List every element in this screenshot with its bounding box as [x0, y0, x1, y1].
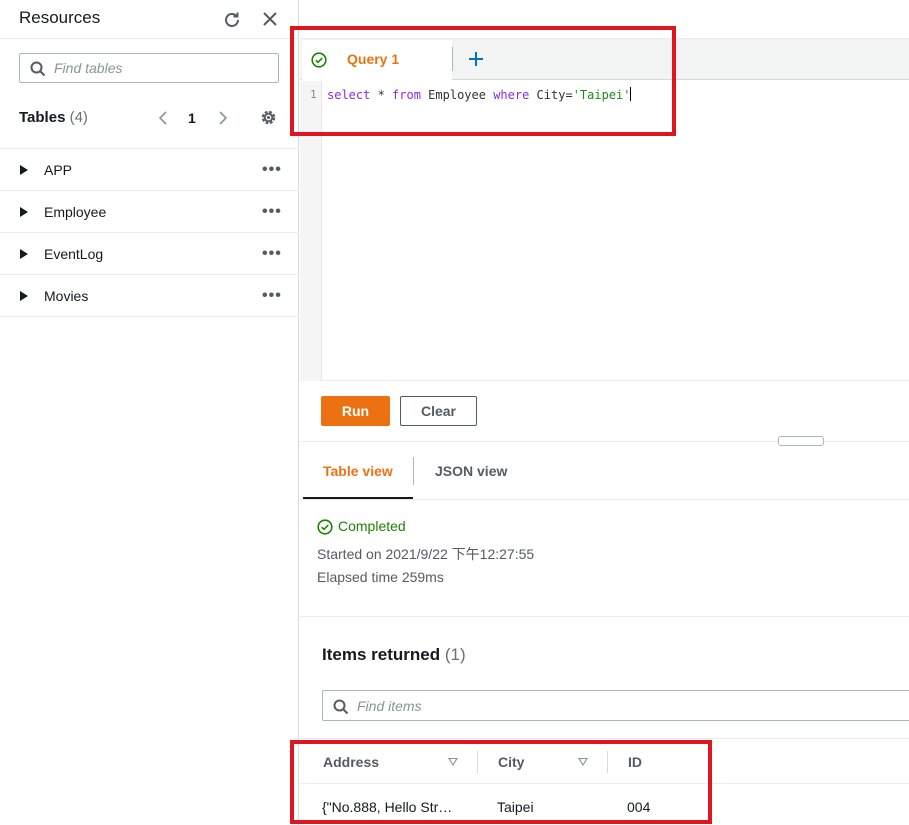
table-name: APP [44, 162, 73, 178]
keyword: select [327, 88, 371, 102]
table-name: EventLog [44, 246, 104, 262]
table-row-movies[interactable]: Movies ••• [0, 275, 299, 317]
items-search-box [322, 690, 909, 721]
column-header-address[interactable]: Address [323, 754, 379, 770]
divider [477, 751, 478, 773]
more-options-icon[interactable]: ••• [262, 245, 282, 263]
divider [607, 751, 608, 773]
more-options-icon[interactable]: ••• [262, 161, 282, 179]
plus-icon[interactable] [467, 50, 485, 68]
items-heading: Items returned (1) [322, 645, 466, 665]
check-circle-icon [317, 519, 333, 535]
panel-title: Resources [19, 8, 101, 27]
sort-icon[interactable] [578, 758, 588, 766]
query-workspace: Query 1 1 select * from Employee where C… [300, 0, 909, 825]
expand-caret-icon[interactable] [20, 291, 28, 301]
items-count: (1) [444, 645, 466, 664]
string-literal: 'Taipei' [572, 88, 631, 102]
column-header-id[interactable]: ID [628, 754, 642, 770]
table-row-employee[interactable]: Employee ••• [0, 191, 299, 233]
query-editor[interactable]: 1 select * from Employee where City='Tai… [300, 81, 909, 381]
top-strip [300, 0, 909, 39]
tab-label: Query 1 [347, 51, 400, 67]
table-name: Employee [44, 204, 107, 220]
table-row-eventlog[interactable]: EventLog ••• [0, 233, 299, 275]
column-header-city[interactable]: City [498, 754, 524, 770]
table-name: Movies [44, 288, 89, 304]
tables-label: Tables [19, 109, 66, 126]
more-options-icon[interactable]: ••• [262, 203, 282, 221]
check-circle-icon [311, 52, 327, 68]
code-token: * [370, 88, 393, 102]
keyword: from [392, 88, 421, 102]
table-search-box [19, 53, 279, 83]
search-icon [30, 61, 46, 77]
cell-address: {"No.888, Hello Str… [322, 799, 453, 815]
tab-label: Table view [323, 463, 393, 479]
code-token: City= [529, 88, 573, 102]
code-token: Employee [420, 88, 494, 102]
tab-table-view[interactable]: Table view [303, 442, 413, 499]
tables-count: (4) [69, 109, 88, 126]
line-gutter: 1 [300, 81, 322, 381]
status-text: Completed [338, 518, 406, 534]
tab-json-view[interactable]: JSON view [414, 442, 524, 499]
items-search-input[interactable] [357, 697, 897, 715]
more-options-icon[interactable]: ••• [262, 287, 282, 305]
cell-city: Taipei [497, 799, 534, 815]
run-button[interactable]: Run [321, 396, 390, 426]
tab-query-1[interactable]: Query 1 [302, 40, 452, 80]
divider [300, 499, 909, 500]
clear-button[interactable]: Clear [400, 396, 477, 426]
cell-id: 004 [627, 799, 651, 815]
close-icon[interactable] [261, 10, 279, 28]
tab-label: JSON view [435, 463, 508, 479]
gear-icon[interactable] [259, 108, 278, 127]
chevron-right-icon[interactable] [216, 110, 230, 126]
items-title: Items returned [322, 645, 441, 664]
resources-panel: Resources Tables (4) 1 APP ••• [0, 0, 299, 825]
page-number[interactable]: 1 [188, 110, 196, 126]
expand-caret-icon[interactable] [20, 165, 28, 175]
expand-caret-icon[interactable] [20, 207, 28, 217]
results-table-header: Address City ID [300, 738, 909, 784]
started-time: Started on 2021/9/22 下午12:27:55 [317, 546, 535, 562]
search-icon [333, 699, 349, 715]
table-row-app[interactable]: APP ••• [0, 149, 299, 191]
tables-list: APP ••• Employee ••• EventLog ••• Movies… [0, 148, 299, 317]
divider [300, 616, 909, 617]
refresh-icon[interactable] [222, 10, 242, 30]
expand-caret-icon[interactable] [20, 249, 28, 259]
divider [0, 38, 299, 39]
tables-heading: Tables (4) [19, 109, 88, 126]
table-search-input[interactable] [54, 59, 274, 77]
resize-handle[interactable] [778, 436, 824, 446]
elapsed-time: Elapsed time 259ms [317, 569, 444, 585]
divider [452, 47, 453, 71]
sort-icon[interactable] [448, 758, 458, 766]
query-code[interactable]: select * from Employee where City='Taipe… [327, 87, 632, 102]
chevron-left-icon[interactable] [156, 110, 170, 126]
keyword: where [493, 88, 530, 102]
line-number: 1 [310, 88, 317, 101]
text-cursor [630, 87, 632, 101]
